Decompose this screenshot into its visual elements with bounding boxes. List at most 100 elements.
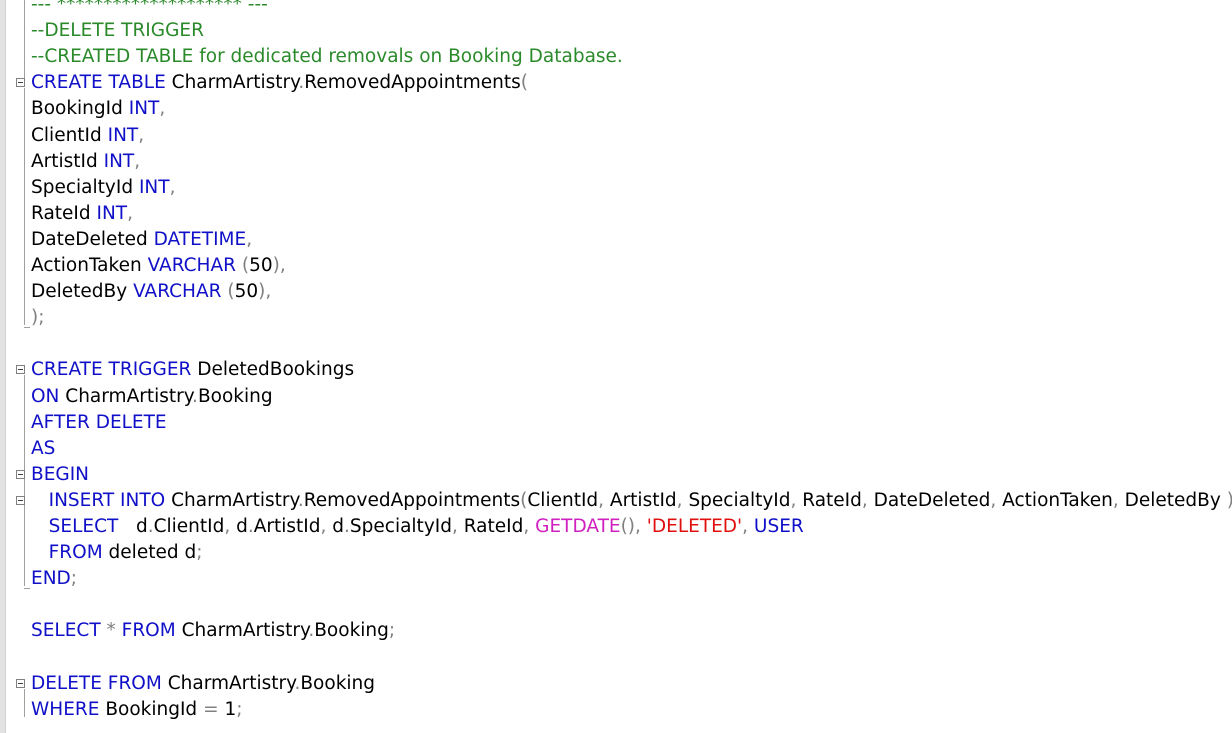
code-line[interactable]: ON CharmArtistry.Booking xyxy=(0,384,1232,410)
code-token: , xyxy=(523,516,536,537)
collapse-region-icon[interactable] xyxy=(16,78,25,88)
code-line[interactable]: AS xyxy=(0,436,1232,462)
code-text: ); xyxy=(31,305,44,331)
code-line[interactable]: SELECT * FROM CharmArtistry.Booking; xyxy=(0,618,1232,644)
code-line[interactable]: --- ******************** --- xyxy=(0,0,1232,18)
code-token: INT xyxy=(103,150,135,172)
code-text: BEGIN xyxy=(31,462,89,488)
collapse-region-icon[interactable] xyxy=(16,469,25,479)
code-token: , xyxy=(451,516,464,537)
code-text: ActionTaken VARCHAR (50), xyxy=(31,253,286,279)
fold-end-marker xyxy=(24,588,30,590)
code-token: ) xyxy=(1227,490,1232,511)
collapse-region-icon[interactable] xyxy=(16,678,25,688)
code-token: DeletedBy xyxy=(1124,489,1227,511)
code-text: CREATE TABLE CharmArtistry.RemovedAppoin… xyxy=(31,70,528,96)
code-line[interactable]: ClientId INT, xyxy=(0,123,1232,149)
code-token: DATETIME xyxy=(153,228,247,250)
code-token: --DELETE TRIGGER xyxy=(31,20,204,42)
code-token: BEGIN xyxy=(31,463,90,485)
code-token: USER xyxy=(753,516,804,537)
code-token: RateId xyxy=(463,516,524,537)
code-text: DeletedBy VARCHAR (50), xyxy=(31,279,271,305)
code-line[interactable]: INSERT INTO CharmArtistry.RemovedAppoint… xyxy=(0,488,1232,514)
code-line[interactable]: ); xyxy=(0,305,1232,331)
code-line[interactable] xyxy=(0,645,1232,671)
code-line[interactable]: CREATE TRIGGER DeletedBookings xyxy=(0,357,1232,383)
code-text: CREATE TRIGGER DeletedBookings xyxy=(31,357,354,383)
code-text: AFTER DELETE xyxy=(31,410,167,436)
code-token: INT xyxy=(107,124,139,146)
code-token: ArtistId xyxy=(609,489,677,511)
code-token: , xyxy=(861,489,874,511)
code-text: SELECT d.ClientId, d.ArtistId, d.Special… xyxy=(31,514,804,540)
code-line[interactable]: DateDeleted DATETIME, xyxy=(0,227,1232,253)
fold-end-marker xyxy=(24,327,30,329)
code-text: RateId INT, xyxy=(31,201,133,227)
code-token: ClientId xyxy=(527,489,599,511)
code-token: ); xyxy=(31,307,45,329)
code-token: INT xyxy=(138,176,170,198)
code-text: --CREATED TABLE for dedicated removals o… xyxy=(31,44,623,70)
code-token: FROM xyxy=(121,620,176,642)
code-token: , xyxy=(224,516,237,537)
code-line[interactable] xyxy=(0,331,1232,357)
code-token: SELECT xyxy=(31,516,119,537)
code-line[interactable]: BEGIN xyxy=(0,462,1232,488)
code-token: RateId xyxy=(802,489,862,511)
code-line[interactable]: --CREATED TABLE for dedicated removals o… xyxy=(0,44,1232,70)
code-text: SELECT * FROM CharmArtistry.Booking; xyxy=(31,618,395,644)
code-text: DateDeleted DATETIME, xyxy=(31,227,252,253)
collapse-region-icon[interactable] xyxy=(16,495,25,505)
code-token: 50 xyxy=(234,281,259,303)
code-text: ON CharmArtistry.Booking xyxy=(31,384,273,410)
code-text: BookingId INT, xyxy=(31,96,165,122)
code-line[interactable]: WHERE BookingId = 1; xyxy=(0,697,1232,723)
code-token: WHERE xyxy=(31,698,100,720)
code-token: FROM xyxy=(31,542,103,564)
code-text: ClientId INT, xyxy=(31,123,144,149)
code-token: ), xyxy=(272,255,286,276)
code-line[interactable]: AFTER DELETE xyxy=(0,410,1232,436)
code-token: SpecialtyId xyxy=(31,176,139,198)
collapse-region-icon[interactable] xyxy=(16,365,25,375)
code-token: SELECT xyxy=(31,620,107,642)
code-token: , xyxy=(676,489,689,511)
code-line[interactable]: BookingId INT, xyxy=(0,96,1232,122)
code-line[interactable]: RateId INT, xyxy=(0,201,1232,227)
code-line[interactable]: ArtistId INT, xyxy=(0,149,1232,175)
code-line[interactable]: SELECT d.ClientId, d.ArtistId, d.Special… xyxy=(0,514,1232,540)
code-token: RateId xyxy=(31,202,97,224)
code-token: , xyxy=(790,489,803,511)
code-line[interactable]: ActionTaken VARCHAR (50), xyxy=(0,253,1232,279)
code-line[interactable]: DeletedBy VARCHAR (50), xyxy=(0,279,1232,305)
code-token: CharmArtistry xyxy=(175,620,309,642)
code-token: , xyxy=(134,150,141,172)
code-token: VARCHAR xyxy=(147,255,242,276)
code-token: ; xyxy=(70,568,78,590)
code-line[interactable]: FROM deleted d; xyxy=(0,540,1232,566)
code-token: DELETE FROM xyxy=(31,672,162,694)
code-text: --DELETE TRIGGER xyxy=(31,18,204,44)
code-line[interactable]: END; xyxy=(0,566,1232,592)
code-line[interactable]: SpecialtyId INT, xyxy=(0,175,1232,201)
code-line[interactable]: CREATE TABLE CharmArtistry.RemovedAppoin… xyxy=(0,70,1232,96)
code-text: DELETE FROM CharmArtistry.Booking xyxy=(31,671,375,697)
code-token: AFTER DELETE xyxy=(31,411,167,433)
code-line[interactable]: DELETE FROM CharmArtistry.Booking xyxy=(0,671,1232,697)
code-token: ActionTaken xyxy=(31,255,148,276)
code-token: , xyxy=(169,176,176,198)
sql-code-editor[interactable]: --- ******************** --- --DELETE TRI… xyxy=(0,0,1232,733)
code-text: --- ******************** --- xyxy=(31,0,268,18)
code-token: d xyxy=(236,516,248,537)
code-token: ON xyxy=(31,385,60,407)
code-token: BookingId xyxy=(31,98,129,120)
code-token: END xyxy=(31,568,71,590)
code-token: = xyxy=(203,698,225,720)
code-line[interactable]: --DELETE TRIGGER xyxy=(0,18,1232,44)
code-token: --- ******************** --- xyxy=(31,0,268,15)
code-token: , xyxy=(990,489,1003,511)
code-line[interactable] xyxy=(0,592,1232,618)
code-token: ( xyxy=(520,72,528,94)
code-token: CREATE TABLE xyxy=(31,72,166,94)
